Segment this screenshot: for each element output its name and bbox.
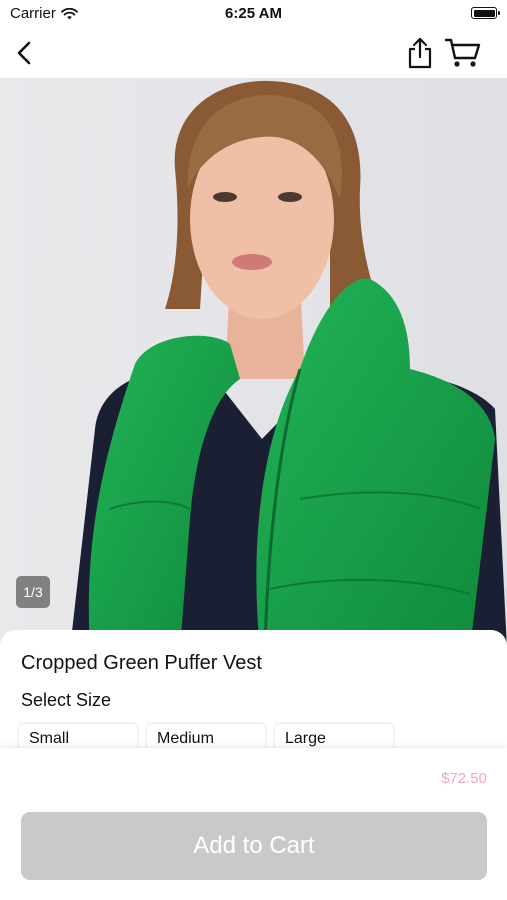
product-price: $72.50 <box>441 770 487 787</box>
product-title: Cropped Green Puffer Vest <box>21 652 262 674</box>
share-icon <box>408 37 432 69</box>
status-bar: Carrier 6:25 AM <box>0 0 507 28</box>
cart-icon <box>445 38 481 67</box>
size-heading: Select Size <box>21 690 112 710</box>
back-button[interactable] <box>4 34 44 72</box>
nav-bar <box>0 28 507 79</box>
status-time: 6:25 AM <box>225 5 282 22</box>
product-photo <box>0 79 507 649</box>
add-to-cart-button[interactable]: Add to Cart <box>21 812 487 880</box>
image-page-indicator: 1/3 <box>16 576 50 608</box>
battery-icon <box>471 7 500 19</box>
back-chevron-icon <box>17 41 31 65</box>
product-image[interactable] <box>0 79 507 649</box>
purchase-bar: $72.50 Add to Cart <box>0 748 507 900</box>
product-info-sheet: Cropped Green Puffer Vest Select Size Sm… <box>0 630 507 756</box>
cart-button[interactable] <box>443 34 483 72</box>
share-button[interactable] <box>400 34 440 72</box>
